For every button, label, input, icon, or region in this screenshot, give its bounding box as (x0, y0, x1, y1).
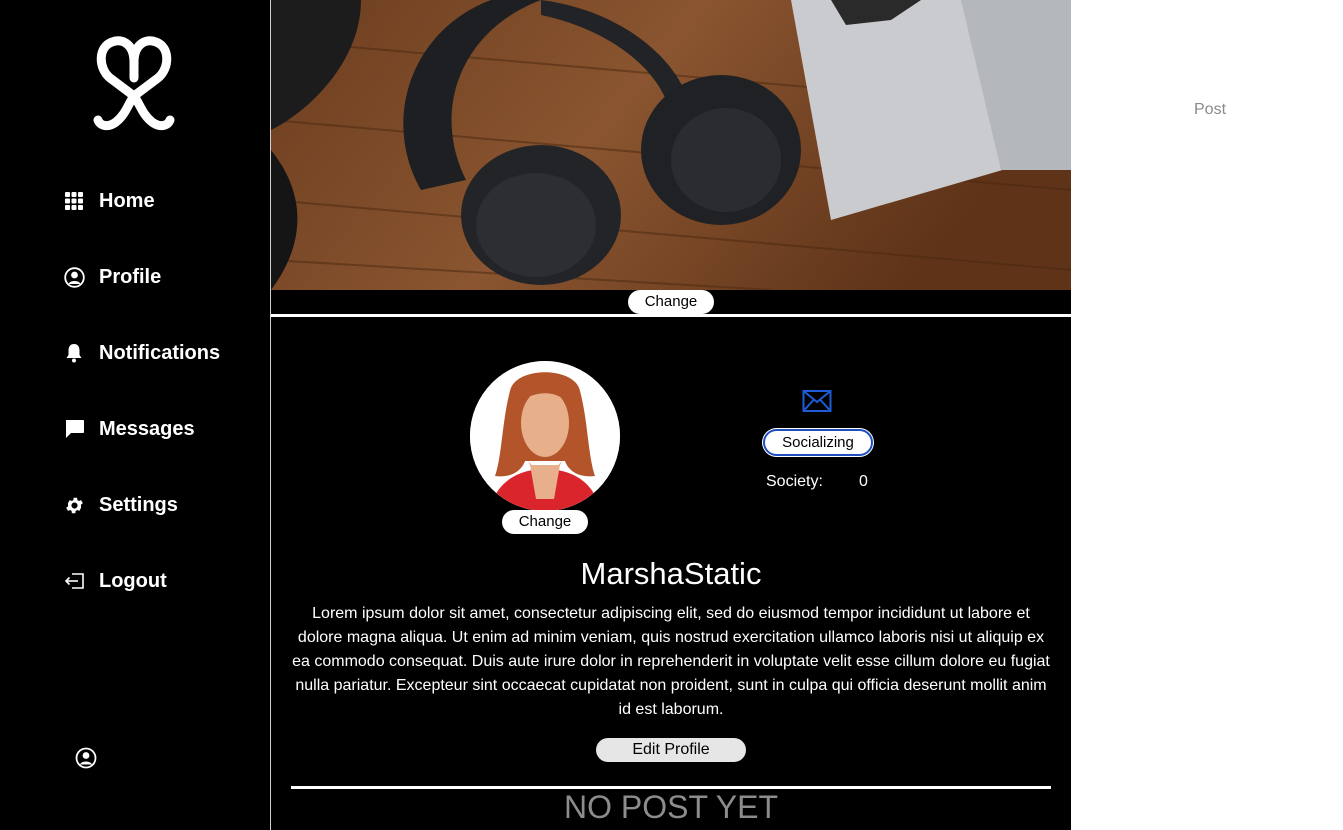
username: MarshaStatic (580, 556, 762, 591)
empty-posts-message: NO POST YET (564, 789, 778, 825)
nav-item-home[interactable]: Home (63, 186, 155, 216)
account-icon[interactable] (75, 747, 97, 769)
cover-divider (271, 314, 1071, 317)
profile-main: Change Change Socializing Society: 0 Mar… (270, 0, 1072, 830)
sidebar: Home Profile Notifications Messages Sett… (0, 0, 270, 830)
nav-label-logout: Logout (99, 569, 167, 592)
nav-item-profile[interactable]: Profile (63, 262, 161, 292)
message-icon (63, 418, 85, 440)
avatar-change-button[interactable]: Change (502, 510, 588, 534)
nav-item-notifications[interactable]: Notifications (63, 338, 220, 368)
society-label: Society: (766, 473, 823, 490)
cover-image (271, 0, 1071, 290)
logout-icon (63, 570, 85, 592)
nav-label-notifications: Notifications (99, 341, 221, 364)
mail-icon[interactable] (802, 389, 832, 413)
society-count: 0 (859, 473, 868, 490)
avatar (470, 361, 620, 511)
status-button[interactable]: Socializing (763, 429, 873, 456)
nav-item-messages[interactable]: Messages (63, 414, 195, 444)
user-circle-icon (63, 266, 85, 288)
grid-icon (63, 190, 85, 212)
app-logo[interactable] (92, 34, 176, 132)
bell-icon (63, 342, 85, 364)
profile-bio: Lorem ipsum dolor sit amet, consectetur … (292, 605, 1050, 718)
nav-label-home: Home (99, 189, 155, 212)
nav-label-profile: Profile (99, 265, 162, 288)
post-link[interactable]: Post (1194, 101, 1226, 119)
nav-item-logout[interactable]: Logout (63, 566, 167, 596)
nav-item-settings[interactable]: Settings (63, 490, 178, 520)
right-panel: Post (1071, 0, 1343, 830)
nav-label-settings: Settings (99, 493, 178, 516)
cover-change-button[interactable]: Change (628, 290, 714, 314)
gear-icon (63, 494, 85, 516)
edit-profile-button[interactable]: Edit Profile (596, 738, 746, 762)
nav-label-messages: Messages (99, 417, 195, 440)
